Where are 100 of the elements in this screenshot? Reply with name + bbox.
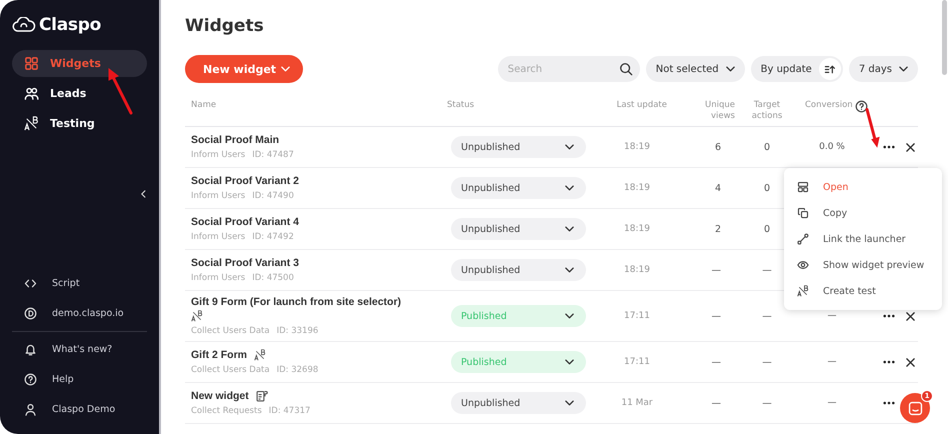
widget-type: Inform Users	[191, 150, 246, 160]
filter-dropdown[interactable]: Not selected	[646, 56, 745, 82]
sidebar-link[interactable]: Script	[12, 268, 147, 298]
column-header: Last update	[616, 100, 667, 111]
caret-icon	[565, 226, 574, 232]
table-cell: 18:19	[624, 224, 650, 234]
widget-name[interactable]: Gift 9 Form (For launch from site selector)	[191, 296, 402, 308]
chat-button[interactable]	[900, 393, 930, 423]
widget-name[interactable]: Social Proof Variant 3	[191, 257, 299, 269]
caret-icon	[565, 144, 574, 150]
period-dropdown[interactable]: 7 days	[848, 56, 918, 82]
table-cell: —	[828, 398, 836, 408]
widget-name[interactable]: Social Proof Main	[191, 134, 280, 146]
bell-icon	[24, 342, 37, 356]
widget-id: ID: 47492	[252, 232, 294, 242]
table-cell: 0	[764, 182, 770, 194]
search-field[interactable]: Search	[498, 56, 640, 82]
close-icon[interactable]	[906, 358, 915, 366]
widget-name[interactable]: Gift 2 Form	[191, 349, 248, 361]
ab-test-icon	[191, 310, 203, 322]
widget-type: Inform Users	[191, 273, 246, 283]
more-icon[interactable]	[883, 360, 895, 364]
close-icon[interactable]	[906, 142, 915, 152]
widget-name[interactable]: Social Proof Variant 2	[191, 175, 299, 187]
caret-icon	[565, 267, 574, 273]
column-header: Unique views	[704, 100, 735, 122]
logo-text: Claspo	[39, 15, 101, 35]
sidebar-link[interactable]: demo.claspo.io	[12, 298, 147, 328]
table-cell: —	[762, 398, 772, 408]
table-cell-text: —	[712, 310, 722, 322]
nav-item[interactable]: Widgets	[12, 50, 147, 77]
table-cell-text: —	[712, 264, 722, 276]
table-cell: —	[762, 356, 772, 368]
sidebar-link[interactable]: Claspo Demo	[12, 394, 147, 424]
status-dropdown[interactable]: Unpublished	[451, 259, 586, 281]
widget-type: Collect Users Data	[191, 365, 270, 375]
ab-test-icon	[24, 116, 39, 131]
caret-icon	[565, 400, 574, 406]
menu-item[interactable]: Link the launcher	[784, 226, 942, 252]
table-cell: 17:11	[624, 311, 650, 321]
status-dropdown[interactable]: Unpublished	[451, 218, 586, 240]
status-dropdown[interactable]: Unpublished	[451, 392, 586, 414]
table-cell-text: —	[712, 398, 722, 408]
cloud-logo-icon	[12, 17, 36, 33]
status-dropdown[interactable]: Unpublished	[451, 136, 586, 158]
caret-icon	[565, 359, 574, 365]
close-icon[interactable]	[906, 312, 915, 320]
widget-id: ID: 47487	[252, 150, 294, 160]
caret-icon	[565, 185, 574, 191]
caret-icon	[899, 66, 908, 72]
menu-item[interactable]: Copy	[784, 200, 942, 226]
widget-name[interactable]: Social Proof Variant 4	[191, 216, 299, 228]
help-icon	[24, 372, 37, 386]
search-icon[interactable]	[618, 62, 633, 76]
table-cell: 0	[764, 142, 770, 152]
table-cell: 11 Mar	[621, 398, 653, 408]
widget-type: Inform Users	[191, 232, 246, 242]
sidebar-link[interactable]: What's new?	[12, 334, 147, 364]
table-cell: 0.0 %	[819, 142, 845, 152]
code-icon	[24, 276, 37, 290]
more-icon[interactable]	[883, 401, 895, 405]
help-icon[interactable]	[854, 100, 868, 113]
user-icon	[24, 402, 37, 416]
widget-id: ID: 47500	[252, 273, 294, 283]
menu-item[interactable]: Show widget preview	[784, 252, 942, 278]
column-header: Conversion	[805, 100, 853, 111]
table-cell: —	[762, 310, 772, 322]
new-widget-button[interactable]: New widget	[185, 55, 304, 83]
caret-icon	[281, 66, 290, 72]
widget-type: Inform Users	[191, 191, 246, 201]
menu-item[interactable]: Open	[784, 174, 942, 200]
form-icon	[256, 390, 268, 402]
menu-item[interactable]: Create test	[784, 278, 942, 304]
widget-type: Collect Requests	[191, 406, 262, 416]
layout-icon	[797, 181, 809, 193]
table-cell: 17:11	[624, 357, 650, 367]
copy-icon	[797, 207, 809, 219]
ab-test-icon	[254, 349, 266, 361]
table-cell: 18:19	[624, 265, 650, 275]
table-cell: 18:19	[624, 142, 650, 152]
widget-name[interactable]: New widget	[191, 390, 249, 402]
nav-item[interactable]: Leads	[12, 80, 147, 107]
column-header: Name	[191, 100, 216, 111]
sort-order-icon[interactable]	[818, 58, 841, 80]
sidebar-link[interactable]: Help	[12, 364, 147, 394]
link-icon	[797, 233, 809, 245]
widget-type: Collect Users Data	[191, 326, 270, 336]
table-cell-text: 2	[714, 224, 722, 234]
sort-dropdown[interactable]: By update	[750, 56, 843, 82]
status-dropdown[interactable]: Unpublished	[451, 177, 586, 199]
column-header: Status	[447, 100, 474, 111]
more-icon[interactable]	[883, 314, 895, 318]
table-cell-text: 6	[714, 142, 722, 152]
chat-icon	[906, 400, 924, 416]
more-icon[interactable]	[883, 145, 895, 149]
table-cell: —	[828, 311, 836, 321]
scrollbar[interactable]	[942, 0, 947, 75]
nav-item[interactable]: Testing	[12, 110, 147, 137]
caret-icon	[726, 66, 735, 72]
collapse-chevron-icon[interactable]	[140, 189, 147, 199]
